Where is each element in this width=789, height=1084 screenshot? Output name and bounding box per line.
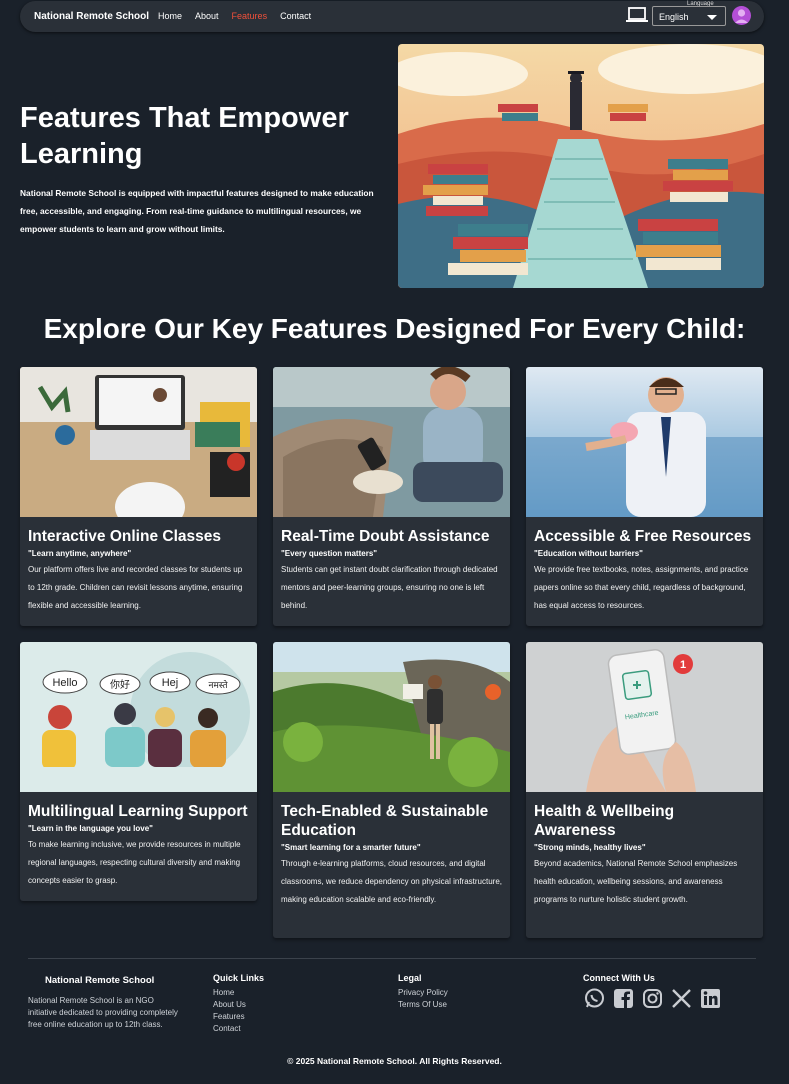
greeting-namaste: नमस्ते: [208, 679, 228, 690]
card-image-online-classes: [20, 367, 257, 517]
quick-links-title: Quick Links: [213, 973, 265, 983]
greeting-hej: Hej: [162, 677, 179, 689]
hero-description: National Remote School is equipped with …: [20, 188, 374, 234]
instagram-icon[interactable]: [642, 988, 663, 1009]
whatsapp-icon[interactable]: [584, 988, 605, 1009]
card-title: Multilingual Learning Support: [28, 803, 248, 820]
footer-divider: [28, 958, 756, 959]
greeting-hello: Hello: [52, 677, 77, 689]
nav-link-about[interactable]: About: [195, 11, 219, 21]
language-value: English: [659, 12, 689, 22]
card-tagline: "Learn anytime, anywhere": [28, 549, 132, 558]
nav-link-home[interactable]: Home: [158, 11, 182, 21]
avatar-icon[interactable]: [732, 6, 751, 25]
linkedin-icon[interactable]: [700, 988, 721, 1009]
card-text: Our platform offers live and recorded cl…: [28, 565, 243, 610]
copyright: © 2025 National Remote School. All Right…: [287, 1056, 502, 1066]
nav-links: Home About Features Contact: [158, 11, 311, 21]
footer-description: National Remote School is an NGO initiat…: [28, 996, 178, 1029]
card-tagline: "Smart learning for a smarter future": [281, 843, 421, 852]
footer-link-home[interactable]: Home: [213, 987, 246, 999]
feature-card-online-classes: Interactive Online Classes "Learn anytim…: [20, 367, 257, 626]
features-heading: Explore Our Key Features Designed For Ev…: [43, 313, 746, 344]
card-text: We provide free textbooks, notes, assign…: [534, 565, 749, 610]
chevron-down-icon: [707, 15, 717, 20]
legal-title: Legal: [398, 973, 422, 983]
card-tagline: "Strong minds, healthy lives": [534, 843, 646, 852]
card-title: Interactive Online Classes: [28, 528, 221, 545]
card-title: Real-Time Doubt Assistance: [281, 528, 490, 545]
feature-card-tech-enabled: Tech-Enabled & Sustainable Education "Sm…: [273, 642, 510, 938]
nav-link-contact[interactable]: Contact: [280, 11, 311, 21]
hero-image: [398, 44, 764, 288]
x-icon[interactable]: [671, 988, 692, 1009]
card-image-health: Healthcare 1: [526, 642, 763, 792]
connect-title: Connect With Us: [583, 973, 655, 983]
card-image-multilingual: Hello 你好 Hej नमस्ते: [20, 642, 257, 792]
card-tagline: "Every question matters": [281, 549, 378, 558]
laptop-icon[interactable]: [626, 6, 648, 24]
card-title: Health & Wellbeing Awareness: [534, 803, 675, 839]
card-tagline: "Learn in the language you love": [28, 824, 153, 833]
hero-title: Features That Empower Learning: [20, 102, 349, 170]
greeting-chinese: 你好: [110, 678, 130, 691]
footer-link-contact[interactable]: Contact: [213, 1023, 246, 1035]
quick-links-list: Home About Us Features Contact: [213, 987, 246, 1035]
card-title: Accessible & Free Resources: [534, 528, 752, 545]
feature-card-health: Healthcare 1 Health & Wellbeing Awarenes…: [526, 642, 763, 938]
nav-brand[interactable]: National Remote School: [34, 11, 149, 22]
feature-card-multilingual: Hello 你好 Hej नमस्ते Multilingual Learnin…: [20, 642, 257, 901]
card-text: To make learning inclusive, we provide r…: [28, 840, 241, 885]
nav-link-features[interactable]: Features: [232, 11, 268, 21]
card-text: Students can get instant doubt clarifica…: [281, 565, 498, 610]
card-title: Tech-Enabled & Sustainable Education: [281, 803, 489, 839]
notification-badge: 1: [680, 659, 686, 671]
feature-card-doubt-assistance: Real-Time Doubt Assistance "Every questi…: [273, 367, 510, 626]
card-image-free-resources: [526, 367, 763, 517]
card-text: Beyond academics, National Remote School…: [534, 859, 738, 904]
feature-card-free-resources: Accessible & Free Resources "Education w…: [526, 367, 763, 626]
navbar: National Remote School Home About Featur…: [20, 1, 764, 32]
card-image-tech-enabled: [273, 642, 510, 792]
footer-link-privacy[interactable]: Privacy Policy: [398, 987, 448, 999]
footer-link-features[interactable]: Features: [213, 1011, 246, 1023]
legal-links-list: Privacy Policy Terms Of Use: [398, 987, 448, 1011]
footer-link-terms[interactable]: Terms Of Use: [398, 999, 448, 1011]
facebook-icon[interactable]: [613, 988, 634, 1009]
card-image-doubt-assistance: [273, 367, 510, 517]
language-select[interactable]: English: [652, 6, 726, 26]
footer-link-about[interactable]: About Us: [213, 999, 246, 1011]
card-tagline: "Education without barriers": [534, 549, 643, 558]
social-links: [584, 988, 721, 1009]
footer-brand: National Remote School: [45, 975, 155, 986]
card-text: Through e-learning platforms, cloud reso…: [281, 859, 502, 904]
